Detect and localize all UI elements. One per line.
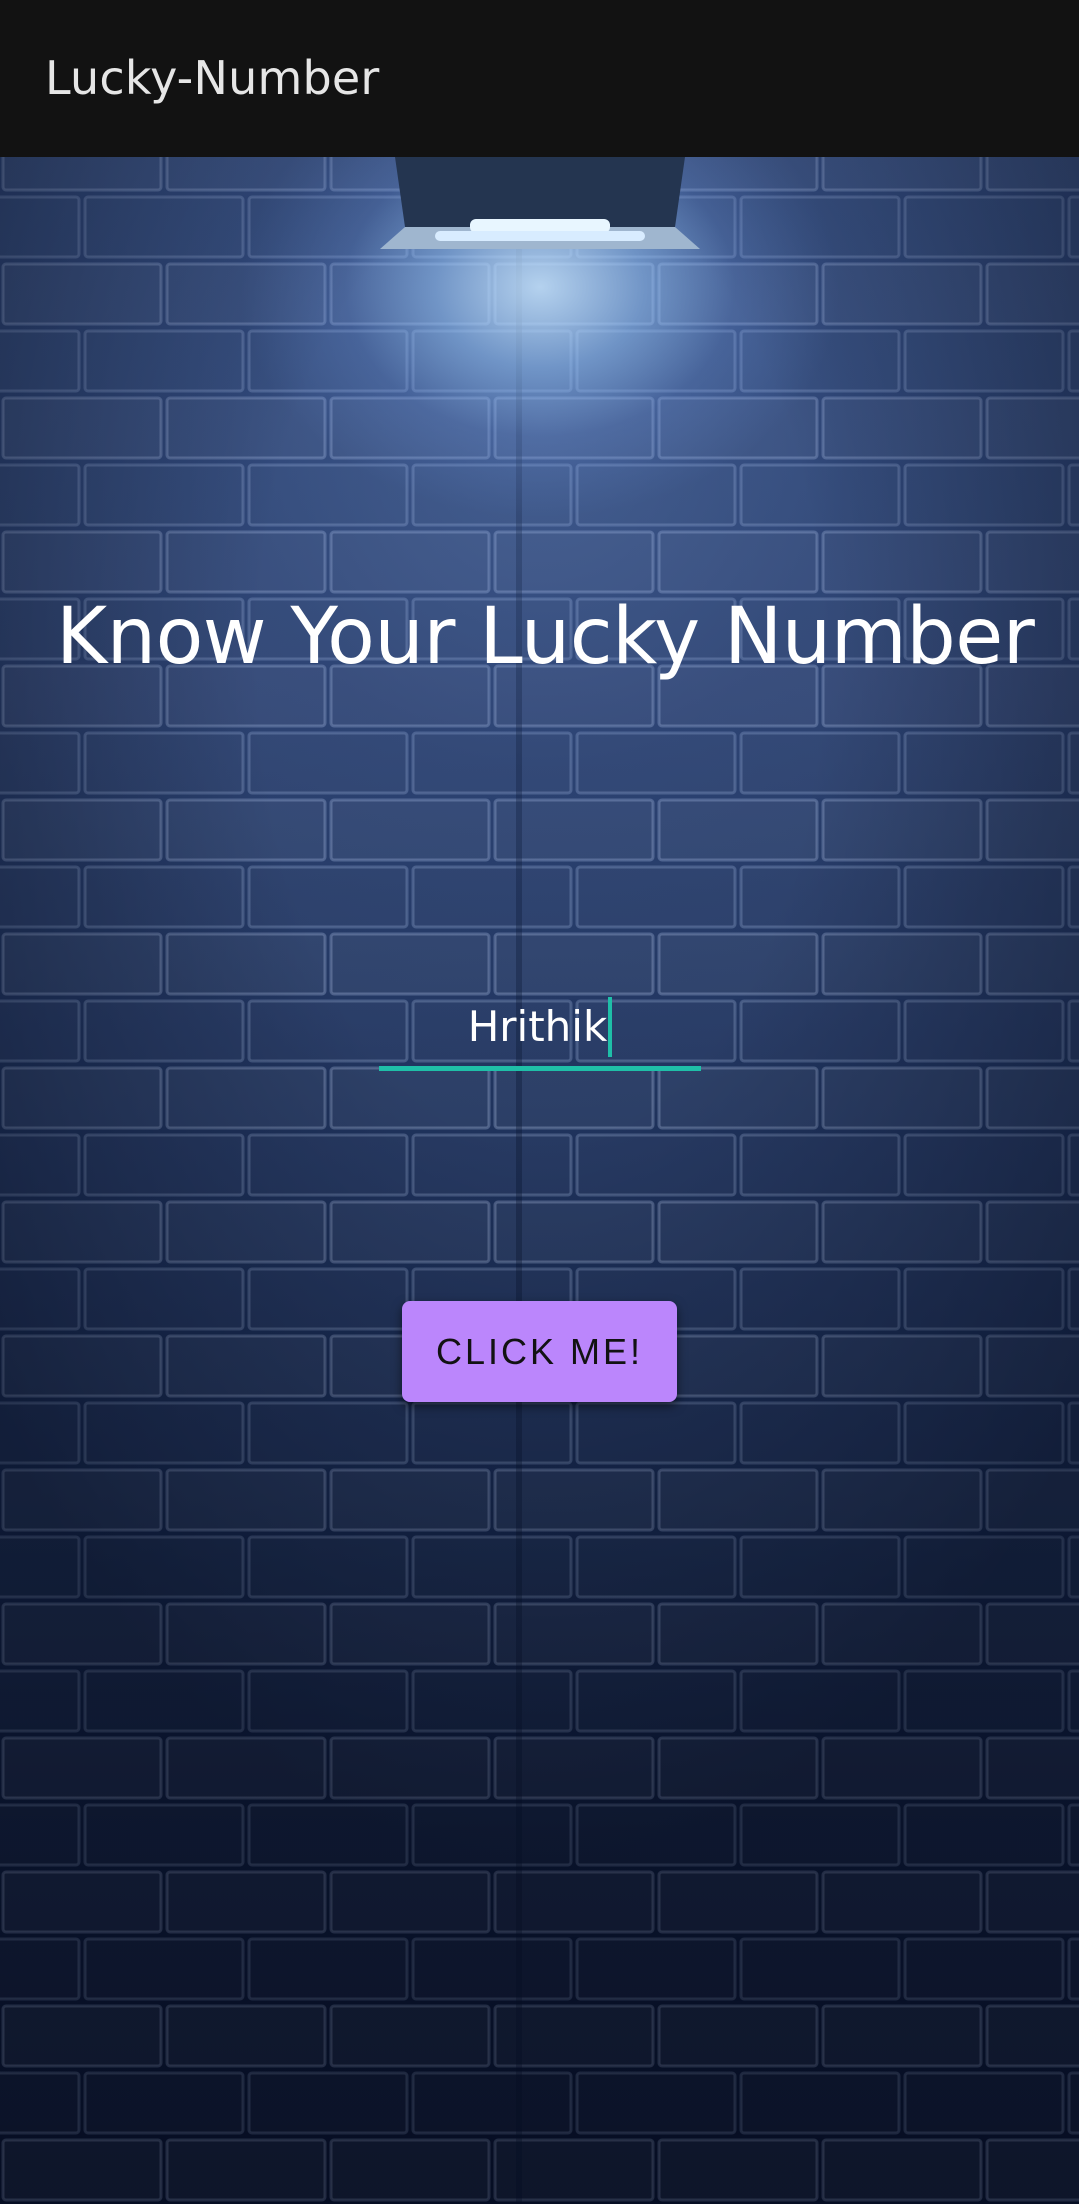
main-content: Know Your Lucky Number Hrithik CLICK ME!	[0, 157, 1079, 2204]
page-headline: Know Your Lucky Number	[56, 592, 1035, 682]
wall-lamp-icon	[380, 157, 700, 249]
name-input[interactable]: Hrithik	[379, 983, 701, 1071]
text-cursor	[608, 997, 613, 1057]
app-title: Lucky-Number	[45, 51, 380, 105]
input-underline	[379, 1066, 701, 1071]
app-screen: Lucky-Number Know Your Lucky Number Hrit…	[0, 0, 1079, 2204]
brick-wall-background	[0, 157, 1079, 2204]
name-input-value: Hrithik	[467, 1002, 608, 1051]
click-me-button[interactable]: CLICK ME!	[402, 1301, 677, 1402]
app-bar: Lucky-Number	[0, 0, 1079, 157]
